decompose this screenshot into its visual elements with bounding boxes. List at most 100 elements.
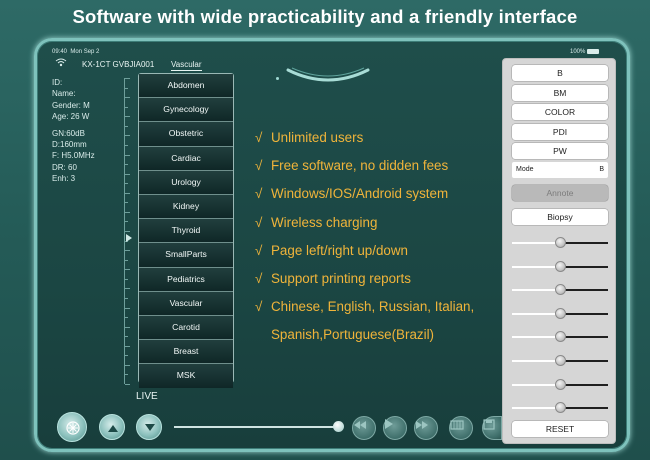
save-button[interactable] (482, 416, 502, 440)
play-icon (385, 419, 393, 429)
status-time: 09:40 Mon Sep 2 (52, 49, 99, 55)
ruler-tick (125, 364, 130, 366)
ruler-tick (125, 211, 130, 213)
battery-icon (587, 49, 600, 54)
mode-value: B (599, 166, 604, 173)
slider-knob[interactable] (555, 355, 566, 366)
cine-slider-handle[interactable] (333, 421, 344, 432)
ruler-minor-tick (125, 259, 128, 261)
preset-item[interactable]: MSK (139, 364, 233, 389)
ruler-tick (125, 135, 130, 137)
ruler-tick (125, 326, 130, 328)
depth-down-button[interactable] (136, 414, 162, 440)
film-icon (450, 420, 464, 430)
check-icon: √ (255, 214, 263, 230)
rewind-button[interactable] (352, 416, 376, 440)
slider-knob[interactable] (555, 237, 566, 248)
preset-item[interactable]: Thyroid (139, 219, 233, 244)
ruler-minor-tick (125, 87, 128, 89)
ruler-minor-tick (125, 355, 128, 357)
preset-item[interactable]: Pediatrics (139, 267, 233, 292)
cine-slider-track[interactable] (174, 426, 342, 428)
feature-item: √ Page left/right up/down (255, 242, 505, 270)
arrow-down-icon (145, 424, 155, 431)
param-gain: GN:60dB (52, 128, 85, 138)
mode-button-pdi[interactable]: PDI (512, 123, 608, 140)
parameter-slider[interactable] (512, 355, 608, 366)
preset-item[interactable]: Abdomen (139, 74, 233, 99)
param-depth: D:160mm (52, 140, 87, 150)
parameter-slider[interactable] (512, 331, 608, 343)
preset-item[interactable]: Vascular (139, 291, 233, 316)
slider-knob[interactable] (555, 378, 566, 390)
parameter-slider[interactable] (512, 378, 608, 390)
mode-button-pw[interactable]: PW (512, 143, 608, 159)
ruler-tick (125, 231, 130, 232)
ruler-minor-tick (125, 125, 128, 127)
biopsy-button[interactable]: Biopsy (512, 209, 608, 225)
feature-item: √ Support printing reports (255, 270, 505, 298)
play-button[interactable] (383, 416, 407, 440)
feature-item: √ Free software, no didden fees (255, 157, 505, 185)
patient-age: Age: 26 W (52, 112, 90, 122)
mode-button-color[interactable]: COLOR (512, 104, 608, 120)
param-frequency: F: H5.0MHz (52, 151, 95, 161)
slider-track-filled (512, 336, 557, 339)
feature-continuation: Spanish,Portuguese(Brazil) (271, 327, 435, 343)
preset-item[interactable]: Cardiac (139, 146, 233, 171)
slider-track-empty (564, 407, 608, 410)
preset-item[interactable]: Obstetric (139, 122, 233, 147)
slider-track-filled (512, 289, 557, 292)
slider-knob[interactable] (555, 260, 566, 272)
check-icon: √ (255, 158, 263, 174)
ruler-tick (125, 345, 130, 347)
slider-track-filled (512, 407, 557, 410)
parameter-slider[interactable] (512, 284, 608, 296)
tab-exam[interactable]: Vascular (171, 60, 202, 71)
feature-text: Wireless charging (271, 214, 378, 230)
feature-text: Free software, no didden fees (271, 158, 449, 174)
slider-track-empty (564, 383, 608, 386)
feature-text: Support printing reports (271, 270, 411, 286)
focus-marker[interactable] (126, 234, 132, 242)
preset-item[interactable]: Breast (139, 340, 233, 365)
slider-track-empty (564, 289, 608, 292)
mode-button-bm[interactable]: BM (512, 84, 608, 101)
patient-gender: Gender: M (52, 100, 90, 110)
slider-knob[interactable] (555, 402, 566, 414)
preset-item[interactable]: Gynecology (139, 98, 233, 123)
parameter-slider[interactable] (512, 260, 608, 272)
reset-button[interactable]: RESET (512, 421, 608, 437)
preset-item[interactable]: Urology (139, 170, 233, 195)
ruler-tick (125, 154, 130, 156)
depth-up-button[interactable] (99, 414, 125, 440)
ruler-minor-tick (125, 374, 128, 376)
annotate-button[interactable]: Annote (512, 185, 608, 201)
parameter-slider[interactable] (512, 237, 608, 248)
device-id: KX-1CT GVBJIA001 (82, 60, 155, 69)
preset-list: Abdomen Gynecology Obstetric Cardiac Urology… (138, 73, 234, 389)
ruler-tick (125, 269, 130, 271)
feature-text: Windows/IOS/Android system (271, 186, 449, 202)
fast-forward-button[interactable] (414, 416, 438, 440)
ruler-minor-tick (125, 106, 128, 108)
parameter-slider[interactable] (512, 307, 608, 319)
slider-knob[interactable] (555, 284, 566, 296)
param-dynamic-range: DR: 60 (52, 162, 77, 172)
freeze-button[interactable] (57, 412, 87, 442)
preset-item[interactable]: SmallParts (139, 243, 233, 268)
slider-track-empty (564, 242, 608, 244)
preset-item[interactable]: Kidney (139, 194, 233, 220)
slider-knob[interactable] (555, 331, 566, 343)
feature-item: √ Chinese, English, Russian, Italian, (255, 298, 505, 326)
feature-item: √ Wireless charging (255, 214, 505, 242)
mode-button-b[interactable]: B (512, 65, 608, 81)
preset-item[interactable]: Carotid (139, 315, 233, 341)
slider-knob[interactable] (555, 307, 566, 319)
control-panel: Mode B Annote Biopsy RESET B BM COLOR PDI PW (502, 58, 616, 444)
wifi-icon (55, 58, 67, 67)
slider-track-empty (564, 312, 608, 315)
parameter-slider[interactable] (512, 402, 608, 414)
cine-button[interactable] (449, 416, 473, 440)
ruler-tick (125, 116, 130, 118)
